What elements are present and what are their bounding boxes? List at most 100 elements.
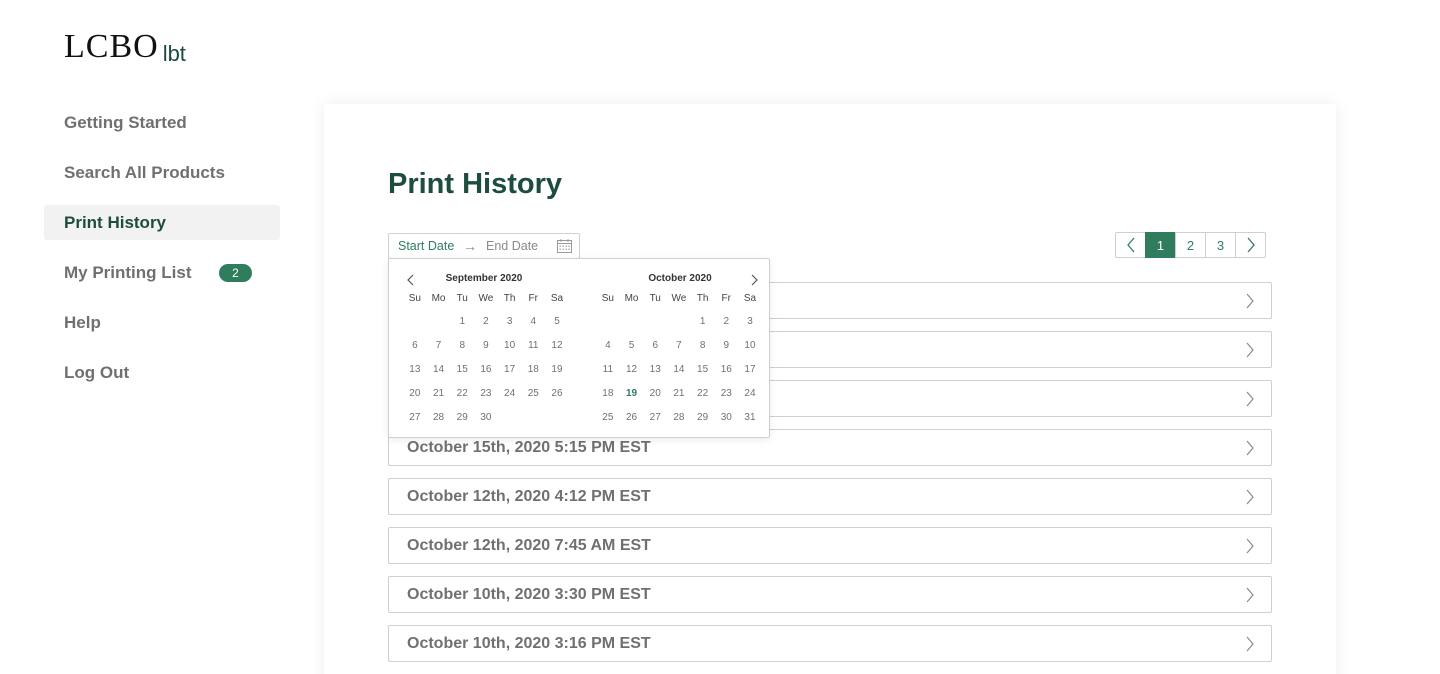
calendar-day[interactable]: 9	[474, 336, 498, 360]
calendar-day[interactable]: 14	[427, 360, 451, 384]
calendar-day[interactable]: 6	[643, 336, 667, 360]
history-row[interactable]: October 12th, 2020 7:45 AM EST	[388, 527, 1272, 564]
calendar-day[interactable]: 20	[643, 384, 667, 408]
calendar-day[interactable]: 9	[714, 336, 738, 360]
calendar-empty-cell	[545, 408, 569, 432]
lcbo-lbt-logo: LCBO lbt	[64, 28, 186, 65]
sidebar-item-getting-started[interactable]: Getting Started	[44, 105, 280, 140]
date-range-picker[interactable]: Start Date → End Date	[388, 233, 580, 260]
weekday-label: Th	[503, 293, 516, 304]
calendar-day[interactable]: 16	[474, 360, 498, 384]
calendar-day[interactable]: 7	[667, 336, 691, 360]
pagination: 1 2 3	[1115, 232, 1266, 258]
weekday-label: We	[671, 293, 687, 304]
weekday-label: Fr	[721, 293, 731, 304]
calendar-day[interactable]: 17	[498, 360, 522, 384]
pagination-page-3[interactable]: 3	[1205, 232, 1236, 258]
calendar-day[interactable]: 31	[738, 408, 762, 432]
calendar-day[interactable]: 2	[474, 312, 498, 336]
calendar-day[interactable]: 26	[545, 384, 569, 408]
sidebar-item-my-printing-list[interactable]: My Printing List 2	[44, 255, 280, 290]
end-date-input[interactable]: End Date	[486, 234, 538, 258]
calendar-grid-october: Su Mo Tu We Th Fr Sa 1 2 3 4 5 6 7 8 9 10 11 12 13 14 15 16 17 1…	[596, 292, 762, 432]
calendar-day[interactable]: 1	[691, 312, 715, 336]
calendar-day[interactable]: 24	[738, 384, 762, 408]
calendar-day[interactable]: 3	[498, 312, 522, 336]
calendar-day[interactable]: 11	[521, 336, 545, 360]
sidebar-item-help[interactable]: Help	[44, 305, 280, 340]
calendar-empty-cell	[521, 408, 545, 432]
calendar-day[interactable]: 27	[643, 408, 667, 432]
calendar-day[interactable]: 6	[403, 336, 427, 360]
history-row[interactable]: October 10th, 2020 3:30 PM EST	[388, 576, 1272, 613]
weekday-label: Fr	[528, 293, 538, 304]
history-row-date: October 15th, 2020 5:15 PM EST	[407, 438, 651, 456]
calendar-day[interactable]: 30	[714, 408, 738, 432]
calendar-day[interactable]: 27	[403, 408, 427, 432]
calendar-day[interactable]: 18	[596, 384, 620, 408]
calendar-week-row: 20 21 22 23 24 25 26	[403, 384, 569, 408]
calendar-day[interactable]: 21	[667, 384, 691, 408]
calendar-day[interactable]: 17	[738, 360, 762, 384]
calendar-day[interactable]: 19	[545, 360, 569, 384]
calendar-day[interactable]: 5	[545, 312, 569, 336]
calendar-empty-cell	[620, 312, 644, 336]
sidebar-item-print-history[interactable]: Print History	[44, 205, 280, 240]
calendar-weekday-header: Su Mo Tu We Th Fr Sa	[596, 292, 762, 312]
calendar-day[interactable]: 15	[691, 360, 715, 384]
calendar-day[interactable]: 12	[620, 360, 644, 384]
calendar-day[interactable]: 4	[521, 312, 545, 336]
weekday-label: Tu	[456, 293, 468, 304]
calendar-day[interactable]: 8	[450, 336, 474, 360]
calendar-day[interactable]: 29	[691, 408, 715, 432]
calendar-day[interactable]: 28	[667, 408, 691, 432]
calendar-day[interactable]: 1	[450, 312, 474, 336]
calendar-day[interactable]: 14	[667, 360, 691, 384]
pagination-page-1[interactable]: 1	[1145, 232, 1176, 258]
calendar-day[interactable]: 20	[403, 384, 427, 408]
history-row[interactable]: October 10th, 2020 3:16 PM EST	[388, 625, 1272, 662]
calendar-day[interactable]: 13	[643, 360, 667, 384]
calendar-day[interactable]: 19	[620, 384, 644, 408]
calendar-day[interactable]: 10	[738, 336, 762, 360]
calendar-day[interactable]: 25	[521, 384, 545, 408]
calendar-day[interactable]: 7	[427, 336, 451, 360]
pagination-page-2[interactable]: 2	[1175, 232, 1206, 258]
calendar-day[interactable]: 18	[521, 360, 545, 384]
pagination-prev-button[interactable]	[1115, 232, 1146, 258]
calendar-day[interactable]: 22	[691, 384, 715, 408]
calendar-day[interactable]: 13	[403, 360, 427, 384]
calendar-day[interactable]: 15	[450, 360, 474, 384]
calendar-day[interactable]: 26	[620, 408, 644, 432]
calendar-day[interactable]: 28	[427, 408, 451, 432]
calendar-day[interactable]: 5	[620, 336, 644, 360]
calendar-day[interactable]: 3	[738, 312, 762, 336]
calendar-day[interactable]: 21	[427, 384, 451, 408]
calendar-day[interactable]: 10	[498, 336, 522, 360]
history-row-date: October 10th, 2020 3:30 PM EST	[407, 585, 651, 603]
calendar-day[interactable]: 29	[450, 408, 474, 432]
calendar-icon[interactable]	[557, 239, 572, 253]
history-row[interactable]: October 12th, 2020 4:12 PM EST	[388, 478, 1272, 515]
calendar-day[interactable]: 12	[545, 336, 569, 360]
start-date-input[interactable]: Start Date	[394, 234, 459, 260]
pagination-next-button[interactable]	[1235, 232, 1266, 258]
calendar-day[interactable]: 4	[596, 336, 620, 360]
calendar-day[interactable]: 23	[474, 384, 498, 408]
calendar-day[interactable]: 2	[714, 312, 738, 336]
sidebar-item-search-all-products[interactable]: Search All Products	[44, 155, 280, 190]
calendar-day[interactable]: 24	[498, 384, 522, 408]
calendar-day[interactable]: 22	[450, 384, 474, 408]
calendar-day[interactable]: 30	[474, 408, 498, 432]
calendar-day[interactable]: 23	[714, 384, 738, 408]
calendar-day[interactable]: 25	[596, 408, 620, 432]
calendar-day[interactable]: 16	[714, 360, 738, 384]
calendar-day[interactable]: 11	[596, 360, 620, 384]
logo-main-text: LCBO	[64, 28, 159, 65]
calendar-week-row: 6 7 8 9 10 11 12	[403, 336, 569, 360]
chevron-right-icon	[1246, 342, 1254, 358]
sidebar-item-log-out[interactable]: Log Out	[44, 355, 280, 390]
calendar-day[interactable]: 8	[691, 336, 715, 360]
weekday-label: Mo	[624, 293, 639, 304]
calendar-week-row: 12345	[403, 312, 569, 336]
